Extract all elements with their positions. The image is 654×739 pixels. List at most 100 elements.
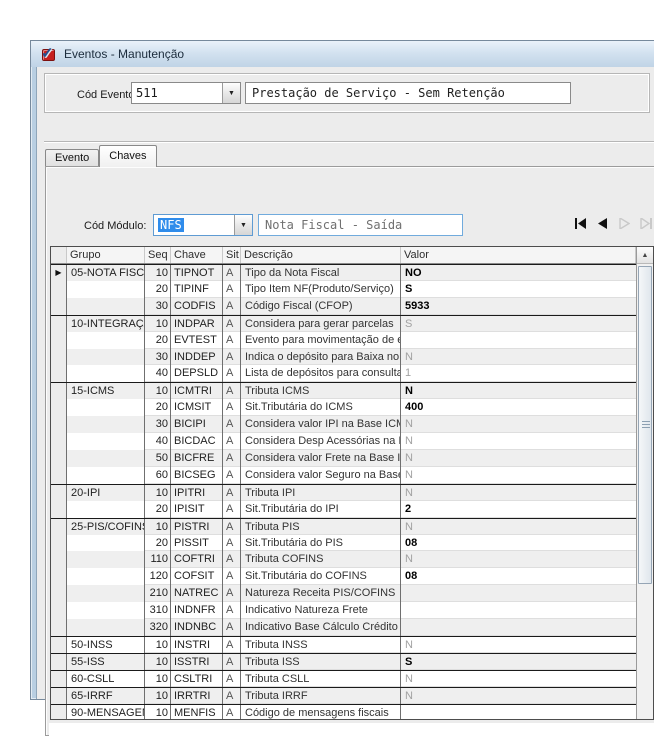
cell-descricao[interactable]: Tributa INSS [241,637,401,653]
table-row[interactable]: 50 BICFRE A Considera valor Frete na Bas… [51,450,636,467]
cell-sit[interactable]: A [223,416,241,433]
cell-valor[interactable]: N [401,671,636,687]
nav-next-button[interactable] [618,217,631,230]
scrollbar-thumb[interactable] [638,266,652,584]
cell-sit[interactable]: A [223,365,241,382]
cell-grupo[interactable]: 10-INTEGRAÇÃO [67,316,145,332]
cell-grupo[interactable] [67,433,145,450]
cell-sit[interactable]: A [223,316,241,332]
cell-descricao[interactable]: Tributa ICMS [241,383,401,399]
cell-seq[interactable]: 10 [145,316,171,332]
table-row[interactable]: 110 COFTRI A Tributa COFINS N [51,551,636,568]
cell-descricao[interactable]: Código de mensagens fiscais [241,705,401,719]
cell-valor[interactable]: NO [401,265,636,281]
cell-chave[interactable]: PISSIT [171,535,223,552]
cell-seq[interactable]: 110 [145,551,171,568]
cell-seq[interactable]: 20 [145,281,171,298]
cell-chave[interactable]: EVTEST [171,332,223,349]
table-row[interactable]: 15-ICMS 10 ICMTRI A Tributa ICMS N [51,382,636,399]
cell-sit[interactable]: A [223,519,241,535]
cell-sit[interactable]: A [223,637,241,653]
cell-valor[interactable]: S [401,654,636,670]
table-row[interactable]: 60 BICSEG A Considera valor Seguro na Ba… [51,467,636,484]
grid-header-seq[interactable]: Seq [145,247,171,263]
cell-valor[interactable]: N [401,416,636,433]
cell-chave[interactable]: IPISIT [171,501,223,518]
cell-grupo[interactable] [67,298,145,315]
cell-chave[interactable]: INDDEP [171,349,223,366]
cell-grupo[interactable] [67,416,145,433]
cell-chave[interactable]: COFTRI [171,551,223,568]
nav-first-button[interactable] [574,217,587,230]
cell-grupo[interactable] [67,281,145,298]
table-row[interactable]: 210 NATREC A Natureza Receita PIS/COFINS [51,585,636,602]
cell-descricao[interactable]: Natureza Receita PIS/COFINS [241,585,401,602]
cell-sit[interactable]: A [223,349,241,366]
grid-header-chave[interactable]: Chave [171,247,223,263]
cell-chave[interactable]: BICFRE [171,450,223,467]
cell-grupo[interactable]: 60-CSLL [67,671,145,687]
cell-grupo[interactable] [67,619,145,636]
table-row[interactable]: 20-IPI 10 IPITRI A Tributa IPI N [51,484,636,501]
cell-seq[interactable]: 50 [145,450,171,467]
cell-descricao[interactable]: Indica o depósito para Baixa no Estoque [241,349,401,366]
cell-valor[interactable]: N [401,467,636,484]
cell-chave[interactable]: PISTRI [171,519,223,535]
cell-descricao[interactable]: Considera valor Frete na Base ICMS [241,450,401,467]
cell-chave[interactable]: IPITRI [171,485,223,501]
tab-chaves[interactable]: Chaves [99,145,156,167]
cell-valor[interactable] [401,705,636,719]
cell-seq[interactable]: 10 [145,705,171,719]
cell-grupo[interactable] [67,399,145,416]
grid-header-grupo[interactable]: Grupo [67,247,145,263]
cell-chave[interactable]: BICIPI [171,416,223,433]
cell-seq[interactable]: 30 [145,349,171,366]
cell-valor[interactable]: N [401,637,636,653]
cell-valor[interactable]: N [401,485,636,501]
table-row[interactable]: ▶ 05-NOTA FISCAL 10 TIPNOT A Tipo da Not… [51,264,636,281]
cell-chave[interactable]: CSLTRI [171,671,223,687]
cell-valor[interactable]: N [401,349,636,366]
cell-sit[interactable]: A [223,501,241,518]
grid-vertical-scrollbar[interactable]: ▲ [636,247,653,719]
cell-valor[interactable]: N [401,383,636,399]
cell-chave[interactable]: BICSEG [171,467,223,484]
cell-grupo[interactable]: 05-NOTA FISCAL [67,265,145,281]
grid-header-sit[interactable]: Sit [223,247,241,263]
cell-chave[interactable]: INSTRI [171,637,223,653]
cell-seq[interactable]: 20 [145,332,171,349]
table-row[interactable]: 20 TIPINF A Tipo Item NF(Produto/Serviço… [51,281,636,298]
cell-descricao[interactable]: Tributa ISS [241,654,401,670]
cell-descricao[interactable]: Tributa PIS [241,519,401,535]
cell-descricao[interactable]: Sit.Tributária do ICMS [241,399,401,416]
cell-grupo[interactable]: 50-INSS [67,637,145,653]
cell-sit[interactable]: A [223,485,241,501]
cell-chave[interactable]: CODFIS [171,298,223,315]
tab-evento[interactable]: Evento [45,149,99,167]
cell-seq[interactable]: 120 [145,568,171,585]
cell-valor[interactable]: N [401,688,636,704]
cell-seq[interactable]: 10 [145,265,171,281]
cell-chave[interactable]: TIPNOT [171,265,223,281]
cell-grupo[interactable]: 20-IPI [67,485,145,501]
cell-descricao[interactable]: Tipo Item NF(Produto/Serviço) [241,281,401,298]
grid-header-valor[interactable]: Valor [401,247,636,263]
cell-sit[interactable]: A [223,535,241,552]
table-row[interactable]: 20 EVTEST A Evento para movimentação de … [51,332,636,349]
cell-valor[interactable]: 400 [401,399,636,416]
cell-sit[interactable]: A [223,298,241,315]
cell-descricao[interactable]: Considera Desp Acessórias na Base ICMS [241,433,401,450]
cell-grupo[interactable]: 55-ISS [67,654,145,670]
modulo-description-field[interactable]: Nota Fiscal - Saída [258,214,463,236]
table-row[interactable]: 310 INDNFR A Indicativo Natureza Frete [51,602,636,619]
cell-valor[interactable]: 2 [401,501,636,518]
cell-valor[interactable]: N [401,450,636,467]
cell-valor[interactable]: 5933 [401,298,636,315]
cell-valor[interactable]: 08 [401,535,636,552]
cell-seq[interactable]: 60 [145,467,171,484]
cell-descricao[interactable]: Tributa IRRF [241,688,401,704]
cell-sit[interactable]: A [223,433,241,450]
cell-seq[interactable]: 320 [145,619,171,636]
table-row[interactable]: 20 IPISIT A Sit.Tributária do IPI 2 [51,501,636,518]
evento-description-field[interactable]: Prestação de Serviço - Sem Retenção [245,82,571,104]
